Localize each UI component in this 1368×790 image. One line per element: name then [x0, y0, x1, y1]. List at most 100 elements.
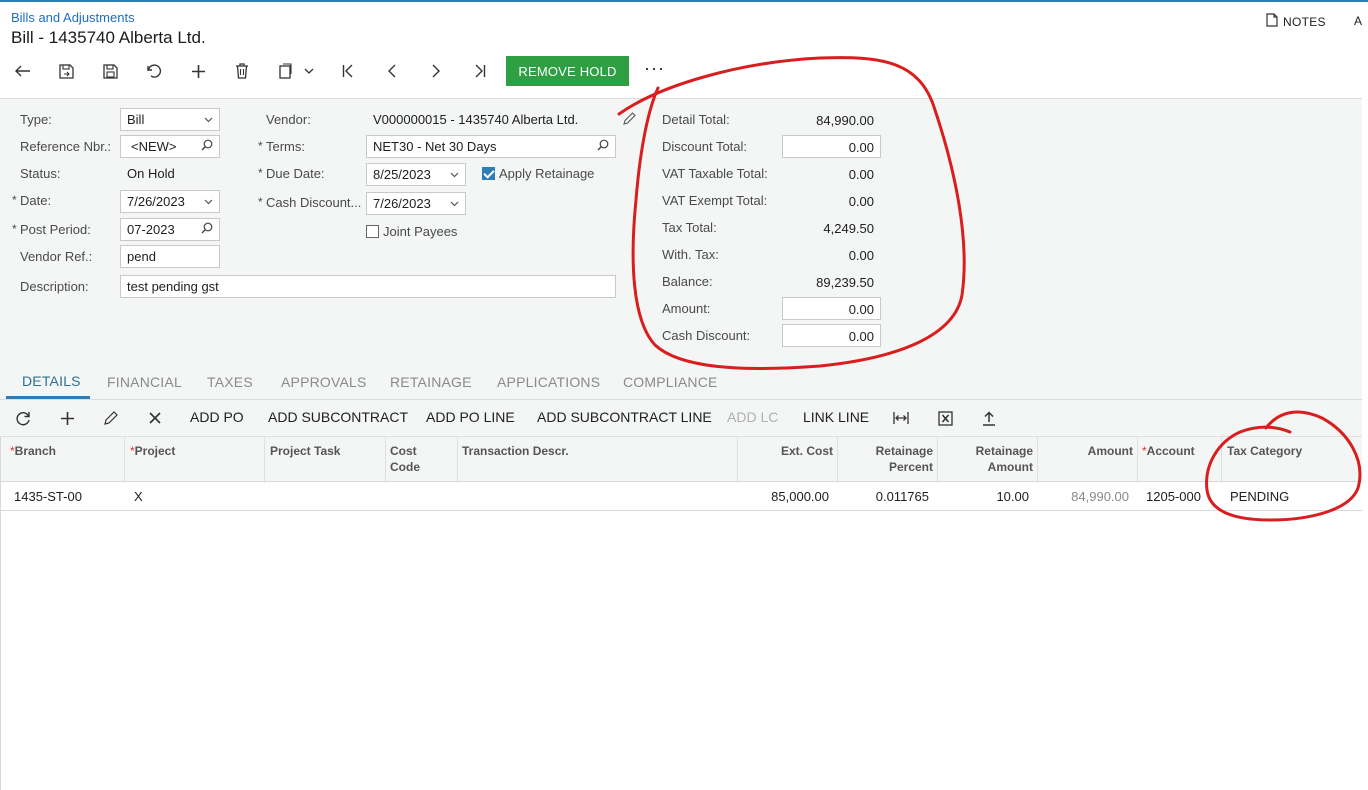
cell-retainage-percent[interactable]: 0.011765 [837, 489, 929, 504]
link-line-button[interactable]: LINK LINE [803, 409, 869, 425]
cell-project[interactable]: X [134, 489, 143, 504]
top-accent-line [0, 0, 1368, 2]
cell-retainage-amount[interactable]: 10.00 [937, 489, 1029, 504]
cash-discount-date-value: 7/26/2023 [373, 196, 431, 211]
chevron-down-icon[interactable] [299, 58, 319, 84]
column-header-account[interactable]: *Account [1142, 443, 1195, 459]
tab-applications[interactable]: APPLICATIONS [497, 374, 600, 390]
column-header-project-task[interactable]: Project Task [270, 443, 340, 459]
save-icon[interactable] [97, 58, 123, 84]
description-field[interactable]: test pending gst [120, 275, 616, 298]
delete-icon[interactable] [229, 58, 255, 84]
column-header-retainage-amount[interactable]: Retainage Amount [937, 443, 1033, 475]
column-header-branch[interactable]: *Branch [10, 443, 56, 459]
date-label: Date: [12, 193, 51, 208]
copy-paste-icon[interactable] [273, 58, 299, 84]
tab-compliance[interactable]: COMPLIANCE [623, 374, 718, 390]
more-actions-button[interactable]: ··· [644, 58, 665, 79]
column-divider [1137, 437, 1138, 483]
export-excel-icon[interactable] [932, 405, 958, 431]
type-label: Type: [20, 112, 52, 127]
joint-payees-label: Joint Payees [383, 224, 458, 239]
amount-field[interactable]: 0.00 [782, 297, 881, 320]
fit-columns-icon[interactable] [888, 405, 914, 431]
search-icon[interactable] [201, 222, 213, 237]
grid-left-border [0, 437, 1, 790]
next-record-icon[interactable] [423, 58, 449, 84]
type-select[interactable]: Bill [120, 108, 220, 131]
reference-nbr-field[interactable]: <NEW> [120, 135, 220, 158]
column-header-transaction-descr[interactable]: Transaction Descr. [462, 443, 569, 459]
column-divider [385, 437, 386, 483]
search-icon[interactable] [201, 139, 213, 154]
truncated-header-button[interactable]: A [1354, 14, 1362, 28]
tab-retainage[interactable]: RETAINAGE [390, 374, 472, 390]
tab-financial[interactable]: FINANCIAL [107, 374, 182, 390]
tab-approvals[interactable]: APPROVALS [281, 374, 367, 390]
post-period-label: Post Period: [12, 222, 91, 237]
add-subcontract-line-button[interactable]: ADD SUBCONTRACT LINE [537, 409, 712, 425]
tab-taxes[interactable]: TAXES [207, 374, 253, 390]
upload-icon[interactable] [976, 405, 1002, 431]
delete-row-icon[interactable] [142, 405, 168, 431]
vat-taxable-total-value: 0.00 [848, 167, 874, 182]
column-header-tax-category[interactable]: Tax Category [1227, 443, 1302, 459]
cash-discount-date-field[interactable]: 7/26/2023 [366, 192, 466, 215]
vendor-ref-label: Vendor Ref.: [20, 249, 93, 264]
save-and-close-icon[interactable] [53, 58, 79, 84]
add-row-icon[interactable] [54, 405, 80, 431]
description-value: test pending gst [127, 279, 219, 294]
column-header-ext-cost[interactable]: Ext. Cost [737, 443, 833, 459]
column-header-cost-code[interactable]: Cost Code [390, 443, 420, 475]
cell-ext-cost[interactable]: 85,000.00 [737, 489, 829, 504]
chevron-down-icon [204, 114, 213, 126]
cell-tax-category[interactable]: PENDING [1230, 489, 1289, 504]
date-field[interactable]: 7/26/2023 [120, 190, 220, 213]
notes-label: NOTES [1283, 14, 1326, 29]
edit-pencil-icon[interactable] [623, 112, 636, 128]
refresh-icon[interactable] [10, 405, 36, 431]
grid-header: *Branch *Project Project Task Cost Code T… [0, 436, 1362, 483]
notes-button[interactable]: NOTES [1266, 13, 1326, 30]
column-header-retainage-percent[interactable]: Retainage Percent [837, 443, 933, 475]
status-value: On Hold [127, 166, 175, 181]
vendor-value[interactable]: V000000015 - 1435740 Alberta Ltd. [373, 112, 578, 127]
add-po-button[interactable]: ADD PO [190, 409, 244, 425]
column-header-amount[interactable]: Amount [1037, 443, 1133, 459]
with-tax-label: With. Tax: [662, 247, 719, 262]
joint-payees-checkbox[interactable] [366, 225, 379, 241]
add-lc-button[interactable]: ADD LC [727, 409, 778, 425]
search-icon[interactable] [597, 139, 609, 154]
vat-taxable-total-label: VAT Taxable Total: [662, 166, 768, 181]
cash-discount-field[interactable]: 0.00 [782, 324, 881, 347]
edit-row-icon[interactable] [98, 405, 124, 431]
column-divider [264, 437, 265, 483]
terms-field[interactable]: NET30 - Net 30 Days [366, 135, 616, 158]
post-period-field[interactable]: 07-2023 [120, 218, 220, 241]
tab-details[interactable]: DETAILS [22, 373, 81, 389]
back-icon[interactable] [10, 58, 36, 84]
checkbox-unchecked-icon [366, 225, 379, 238]
add-po-line-button[interactable]: ADD PO LINE [426, 409, 515, 425]
add-icon[interactable] [185, 58, 211, 84]
add-subcontract-button[interactable]: ADD SUBCONTRACT [268, 409, 408, 425]
vendor-ref-field[interactable]: pend [120, 245, 220, 268]
amount-label: Amount: [662, 301, 711, 316]
detail-total-value: 84,990.00 [816, 113, 874, 128]
discount-total-label: Discount Total: [662, 139, 748, 154]
due-date-field[interactable]: 8/25/2023 [366, 163, 466, 186]
column-header-project[interactable]: *Project [130, 443, 175, 459]
cell-account[interactable]: 1205-000 [1146, 489, 1201, 504]
remove-hold-button[interactable]: REMOVE HOLD [506, 56, 629, 86]
last-record-icon[interactable] [467, 58, 493, 84]
tax-total-value: 4,249.50 [823, 221, 874, 236]
status-label: Status: [20, 166, 61, 181]
vendor-ref-value: pend [127, 249, 156, 264]
first-record-icon[interactable] [335, 58, 361, 84]
discount-total-field[interactable]: 0.00 [782, 135, 881, 158]
previous-record-icon[interactable] [379, 58, 405, 84]
breadcrumb[interactable]: Bills and Adjustments [11, 10, 135, 25]
cell-branch[interactable]: 1435-ST-00 [14, 489, 82, 504]
undo-icon[interactable] [141, 58, 167, 84]
apply-retainage-checkbox[interactable] [482, 167, 495, 183]
